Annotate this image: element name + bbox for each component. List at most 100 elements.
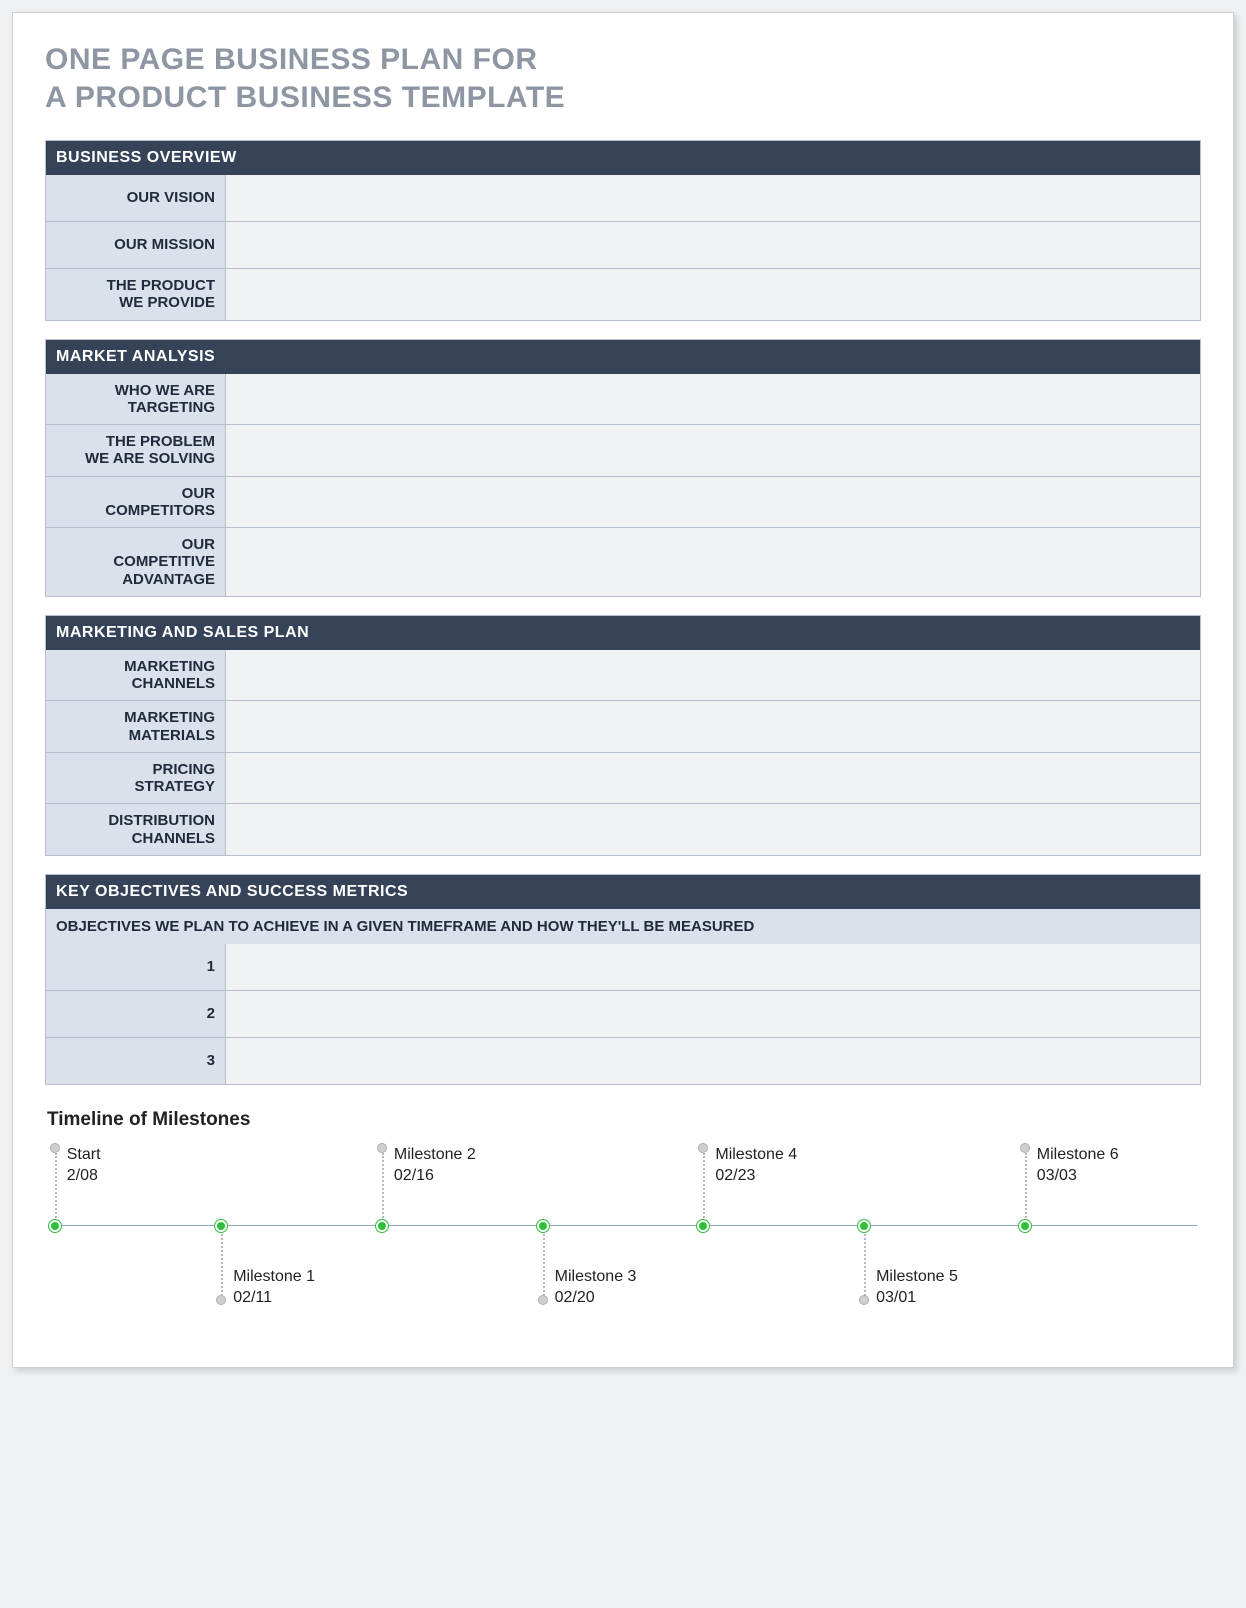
milestone-label: Milestone 503/01 xyxy=(876,1267,958,1309)
page-title: ONE PAGE BUSINESS PLAN FOR A PRODUCT BUS… xyxy=(45,41,1201,116)
row-label: PRICING STRATEGY xyxy=(46,753,226,804)
milestone-dot-icon xyxy=(1019,1220,1031,1232)
row-label: OUR COMPETITORS xyxy=(46,477,226,528)
section-header: MARKETING AND SALES PLAN xyxy=(45,615,1201,650)
row-value[interactable] xyxy=(226,753,1200,804)
table-row: DISTRIBUTION CHANNELS xyxy=(45,804,1201,856)
row-value[interactable] xyxy=(226,222,1200,268)
pin-icon xyxy=(538,1295,548,1305)
milestone-name: Start xyxy=(67,1145,101,1166)
timeline-title: Timeline of Milestones xyxy=(47,1109,1201,1131)
table-row: PRICING STRATEGY xyxy=(45,753,1201,805)
milestone-label: Milestone 603/03 xyxy=(1037,1145,1119,1187)
row-label: 2 xyxy=(46,991,226,1037)
title-line-1: ONE PAGE BUSINESS PLAN FOR xyxy=(45,43,538,76)
row-value[interactable] xyxy=(226,1038,1200,1084)
milestone-name: Milestone 2 xyxy=(394,1145,476,1166)
milestone-dot-icon xyxy=(537,1220,549,1232)
pin-icon xyxy=(698,1143,708,1153)
timeline-chart: Start2/08Milestone 102/11Milestone 202/1… xyxy=(49,1147,1197,1327)
table-row: 3 xyxy=(45,1038,1201,1085)
milestone-dot-icon xyxy=(858,1220,870,1232)
row-value[interactable] xyxy=(226,528,1200,596)
milestone: Milestone 202/16 xyxy=(382,1147,383,1327)
row-label: OUR MISSION xyxy=(46,222,226,268)
row-value[interactable] xyxy=(226,477,1200,528)
milestone: Milestone 503/01 xyxy=(864,1147,865,1327)
milestone-label: Milestone 302/20 xyxy=(555,1267,637,1309)
milestone-dot-icon xyxy=(376,1220,388,1232)
milestone: Milestone 302/20 xyxy=(543,1147,544,1327)
milestone-dot-icon xyxy=(215,1220,227,1232)
section-key-objectives: KEY OBJECTIVES AND SUCCESS METRICS OBJEC… xyxy=(45,874,1201,1085)
table-row: WHO WE ARE TARGETING xyxy=(45,374,1201,426)
milestone-name: Milestone 4 xyxy=(715,1145,797,1166)
milestone-date: 02/11 xyxy=(233,1288,315,1309)
milestone-dash xyxy=(55,1153,57,1225)
row-label: DISTRIBUTION CHANNELS xyxy=(46,804,226,855)
milestone: Start2/08 xyxy=(55,1147,56,1327)
table-row: THE PROBLEM WE ARE SOLVING xyxy=(45,425,1201,477)
milestone-date: 02/23 xyxy=(715,1166,797,1187)
milestone-name: Milestone 1 xyxy=(233,1267,315,1288)
table-row: OUR COMPETITORS xyxy=(45,477,1201,529)
table-row: OUR VISION xyxy=(45,175,1201,222)
milestone-dash xyxy=(221,1227,223,1299)
row-label: THE PROBLEM WE ARE SOLVING xyxy=(46,425,226,476)
document-page: ONE PAGE BUSINESS PLAN FOR A PRODUCT BUS… xyxy=(12,12,1234,1368)
row-value[interactable] xyxy=(226,804,1200,855)
milestone-dot-icon xyxy=(49,1220,61,1232)
pin-icon xyxy=(1020,1143,1030,1153)
milestone-label: Milestone 102/11 xyxy=(233,1267,315,1309)
milestone: Milestone 402/23 xyxy=(703,1147,704,1327)
row-value[interactable] xyxy=(226,650,1200,701)
milestone-dot-icon xyxy=(697,1220,709,1232)
milestone-dash xyxy=(382,1153,384,1225)
row-value[interactable] xyxy=(226,269,1200,320)
section-header: MARKET ANALYSIS xyxy=(45,339,1201,374)
section-header: BUSINESS OVERVIEW xyxy=(45,140,1201,175)
title-line-2: A PRODUCT BUSINESS TEMPLATE xyxy=(45,81,565,114)
row-value[interactable] xyxy=(226,425,1200,476)
milestone-name: Milestone 5 xyxy=(876,1267,958,1288)
section-header: KEY OBJECTIVES AND SUCCESS METRICS xyxy=(45,874,1201,909)
milestone-label: Milestone 402/23 xyxy=(715,1145,797,1187)
row-value[interactable] xyxy=(226,991,1200,1037)
row-label: MARKETING CHANNELS xyxy=(46,650,226,701)
table-row: OUR MISSION xyxy=(45,222,1201,269)
table-row: THE PRODUCT WE PROVIDE xyxy=(45,269,1201,321)
milestone-dash xyxy=(543,1227,545,1299)
milestone-name: Milestone 3 xyxy=(555,1267,637,1288)
row-label: OUR VISION xyxy=(46,175,226,221)
table-row: MARKETING CHANNELS xyxy=(45,650,1201,702)
row-value[interactable] xyxy=(226,374,1200,425)
table-row: OUR COMPETITIVE ADVANTAGE xyxy=(45,528,1201,597)
row-value[interactable] xyxy=(226,701,1200,752)
row-label: 3 xyxy=(46,1038,226,1084)
row-value[interactable] xyxy=(226,175,1200,221)
milestone-name: Milestone 6 xyxy=(1037,1145,1119,1166)
row-label: 1 xyxy=(46,944,226,990)
section-market-analysis: MARKET ANALYSIS WHO WE ARE TARGETING THE… xyxy=(45,339,1201,597)
milestone: Milestone 102/11 xyxy=(221,1147,222,1327)
pin-icon xyxy=(377,1143,387,1153)
row-label: WHO WE ARE TARGETING xyxy=(46,374,226,425)
milestone-date: 03/01 xyxy=(876,1288,958,1309)
milestone-date: 03/03 xyxy=(1037,1166,1119,1187)
row-value[interactable] xyxy=(226,944,1200,990)
milestone-dash xyxy=(864,1227,866,1299)
table-row: 2 xyxy=(45,991,1201,1038)
pin-icon xyxy=(50,1143,60,1153)
row-label: OUR COMPETITIVE ADVANTAGE xyxy=(46,528,226,596)
row-label: THE PRODUCT WE PROVIDE xyxy=(46,269,226,320)
section-marketing-sales: MARKETING AND SALES PLAN MARKETING CHANN… xyxy=(45,615,1201,856)
pin-icon xyxy=(859,1295,869,1305)
milestone: Milestone 603/03 xyxy=(1025,1147,1026,1327)
pin-icon xyxy=(216,1295,226,1305)
table-row: MARKETING MATERIALS xyxy=(45,701,1201,753)
milestone-dash xyxy=(1025,1153,1027,1225)
milestone-dash xyxy=(703,1153,705,1225)
milestone-date: 02/16 xyxy=(394,1166,476,1187)
section-sub-header: OBJECTIVES WE PLAN TO ACHIEVE IN A GIVEN… xyxy=(45,909,1201,944)
milestone-label: Milestone 202/16 xyxy=(394,1145,476,1187)
